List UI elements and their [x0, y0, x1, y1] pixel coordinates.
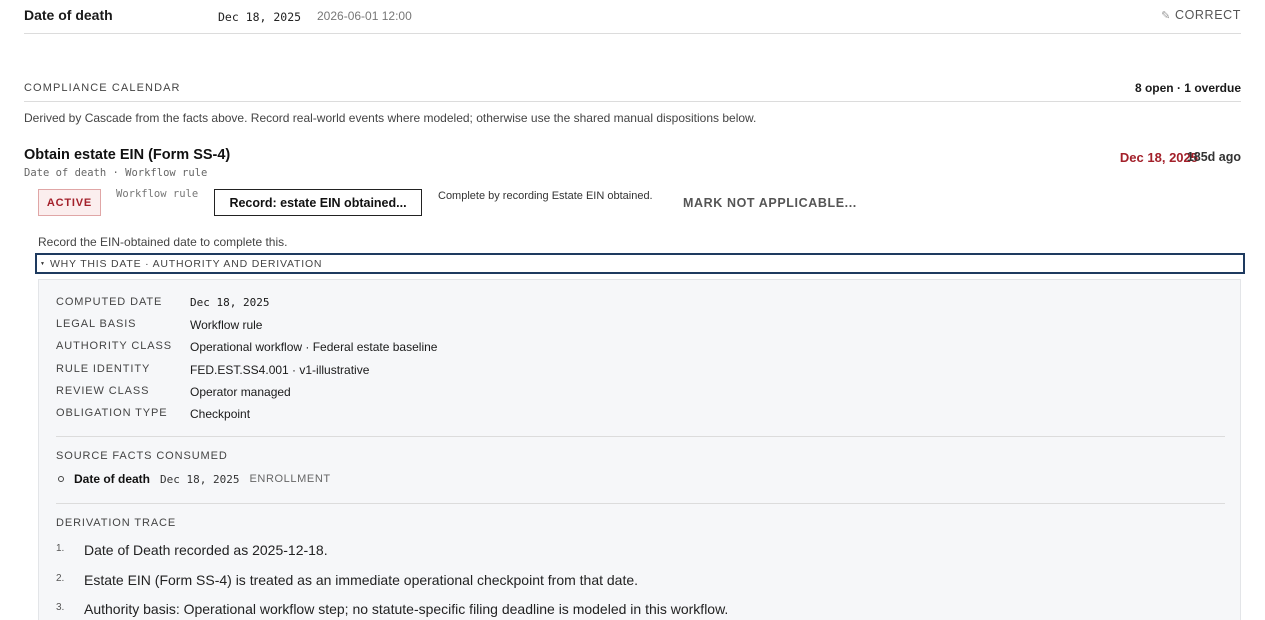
trace-step-text: Date of Death recorded as 2025-12-18.: [84, 542, 328, 558]
divider: [56, 503, 1225, 504]
record-note: Record the EIN-obtained date to complete…: [38, 235, 288, 249]
obligation-type-label: OBLIGATION TYPE: [56, 407, 168, 419]
fact-row-date-of-death: Date of death Dec 18, 2025 2026-06-01 12…: [24, 0, 1241, 34]
source-fact-name: Date of death: [74, 472, 151, 486]
status-badge: ACTIVE: [38, 189, 101, 216]
trace-step-text: Authority basis: Operational workflow st…: [84, 601, 729, 617]
computed-date-label: COMPUTED DATE: [56, 296, 163, 308]
trace-step: 3. Authority basis: Operational workflow…: [56, 601, 728, 617]
authority-derivation-panel: COMPUTED DATE Dec 18, 2025 LEGAL BASIS W…: [38, 279, 1241, 620]
legal-basis-label: LEGAL BASIS: [56, 318, 137, 330]
source-fact-date: Dec 18, 2025: [160, 472, 240, 486]
open-overdue-count: 8 open · 1 overdue: [1134, 81, 1241, 95]
authority-class-value: Operational workflow · Federal estate ba…: [190, 340, 438, 354]
source-fact-item: Date of death Dec 18, 2025 ENROLLMENT: [58, 472, 331, 486]
pencil-icon: ✎: [1161, 9, 1171, 22]
trace-step: 1. Date of Death recorded as 2025-12-18.: [56, 542, 328, 558]
complete-hint: Complete by recording Estate EIN obtaine…: [438, 190, 653, 202]
why-toggle-label: WHY THIS DATE · AUTHORITY AND DERIVATION: [49, 257, 323, 270]
divider: [56, 436, 1225, 437]
correct-label: CORRECT: [1174, 8, 1241, 22]
source-fact-kind: ENROLLMENT: [249, 473, 331, 485]
trace-step-text: Estate EIN (Form SS-4) is treated as an …: [84, 572, 639, 588]
correct-button[interactable]: ✎ CORRECT: [1161, 8, 1241, 22]
fact-label: Date of death: [24, 7, 113, 23]
review-class-label: REVIEW CLASS: [56, 385, 150, 397]
authority-class-label: AUTHORITY CLASS: [56, 340, 172, 352]
derivation-trace-title: DERIVATION TRACE: [56, 517, 177, 529]
source-facts-title: SOURCE FACTS CONSUMED: [56, 450, 228, 462]
fact-value: Dec 18, 2025: [218, 10, 302, 24]
trace-step: 2. Estate EIN (Form SS-4) is treated as …: [56, 572, 638, 588]
review-class-value: Operator managed: [190, 385, 291, 399]
fact-timestamp: 2026-06-01 12:00: [317, 9, 412, 23]
trace-step-number: 2.: [56, 573, 65, 584]
mark-not-applicable-button[interactable]: MARK NOT APPLICABLE...: [683, 196, 857, 210]
rule-identity-label: RULE IDENTITY: [56, 363, 151, 375]
compliance-calendar-header: COMPLIANCE CALENDAR 8 open · 1 overdue: [24, 80, 1241, 102]
section-title: COMPLIANCE CALENDAR: [24, 82, 181, 94]
obligation-title: Obtain estate EIN (Form SS-4): [24, 147, 231, 163]
obligation-type-value: Checkpoint: [190, 407, 251, 421]
triangle-down-icon: ▼: [40, 260, 45, 267]
why-this-date-toggle[interactable]: ▼ WHY THIS DATE · AUTHORITY AND DERIVATI…: [35, 253, 1245, 274]
trace-step-number: 1.: [56, 543, 65, 554]
legal-basis-value: Workflow rule: [190, 318, 263, 332]
trace-step-number: 3.: [56, 602, 65, 613]
rule-identity-value: FED.EST.SS4.001 · v1-illustrative: [190, 363, 370, 377]
record-ein-button[interactable]: Record: estate EIN obtained...: [214, 189, 422, 216]
obligation-age: 185d ago: [1186, 150, 1241, 164]
computed-date-value: Dec 18, 2025: [190, 296, 270, 309]
rule-tag: Workflow rule: [116, 188, 199, 200]
bullet-icon: [58, 476, 64, 482]
obligation-subtitle: Date of death · Workflow rule: [24, 167, 208, 179]
calendar-description: Derived by Cascade from the facts above.…: [24, 111, 757, 125]
